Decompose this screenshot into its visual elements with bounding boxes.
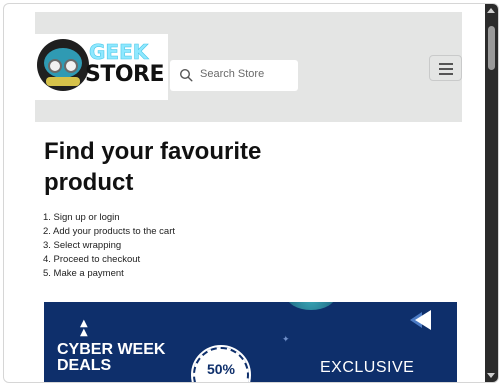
owl-mascot-icon <box>37 39 89 91</box>
vertical-scrollbar[interactable] <box>485 4 498 382</box>
scroll-down-arrow-icon[interactable] <box>487 373 495 378</box>
cyber-week-banner[interactable]: ▲ ▲ ✦ CYBER WEEK DEALS 50% EXCLUSIVE <box>44 302 457 382</box>
step-item: 4. Proceed to checkout <box>43 254 141 265</box>
sparkle-icon: ✦ <box>282 335 290 345</box>
step-item: 3. Select wrapping <box>43 240 122 251</box>
step-item: 5. Make a payment <box>43 268 124 279</box>
discount-badge: 50% <box>191 345 251 382</box>
banner-title-line1: CYBER WEEK <box>57 341 166 358</box>
hamburger-menu-icon <box>439 63 453 65</box>
steps-list: 1. Sign up or login 2. Add your products… <box>43 211 175 281</box>
step-item: 2. Add your products to the cart <box>43 226 176 237</box>
browser-frame: GEEK STORE Search Store Find your favour… <box>3 3 499 383</box>
rocket-icon: ▲ ▲ <box>80 318 88 338</box>
search-input[interactable]: Search Store <box>200 68 264 80</box>
site-header: GEEK STORE Search Store <box>35 12 462 122</box>
hamburger-menu-button[interactable] <box>429 55 462 81</box>
scroll-up-arrow-icon[interactable] <box>487 8 495 13</box>
page-viewport: GEEK STORE Search Store Find your favour… <box>4 4 486 382</box>
banner-title-line2: DEALS <box>57 357 112 374</box>
page-heading: Find your favourite product <box>44 138 262 196</box>
step-item: 1. Sign up or login <box>43 212 120 223</box>
planet-graphic <box>286 302 336 310</box>
search-store-field[interactable]: Search Store <box>170 60 298 91</box>
banner-tagline: EXCLUSIVE <box>320 359 415 376</box>
logo-text-bottom: STORE <box>85 62 165 87</box>
scrollbar-thumb[interactable] <box>488 26 495 70</box>
logo-text-top: GEEK <box>89 40 149 65</box>
discount-value: 50% <box>206 361 236 377</box>
geek-store-logo[interactable]: GEEK STORE <box>35 34 168 100</box>
banner-title: CYBER WEEK DEALS <box>57 342 165 374</box>
arrow-left-icon <box>415 310 431 330</box>
search-icon <box>179 68 193 82</box>
